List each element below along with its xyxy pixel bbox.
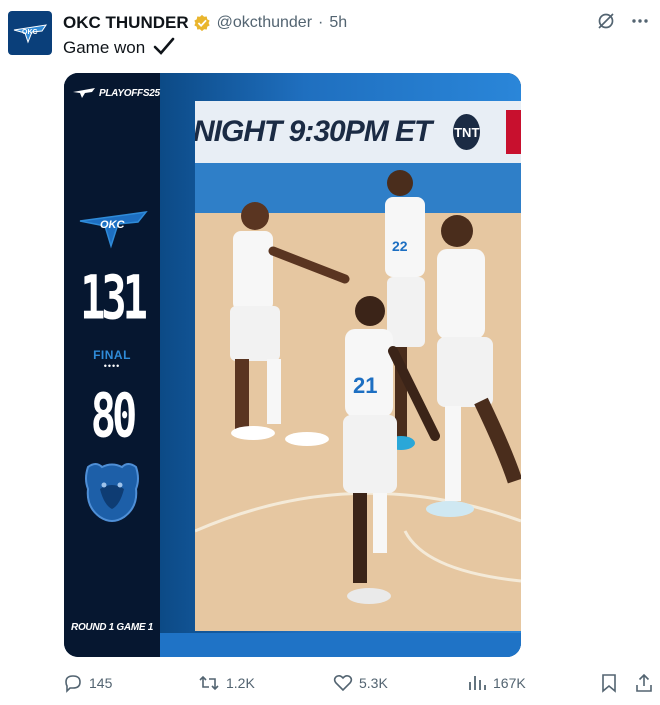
playoffs-label: PLAYOFFS25 [99,87,160,99]
post-top-actions [596,11,650,31]
game-photo: NIGHT 9:30PM ET TNT 22 21 [195,101,521,631]
repost-count: 1.2K [226,675,255,691]
player-left [230,202,350,429]
avatar[interactable]: OKC [8,11,52,55]
jersey-number-22: 22 [392,238,408,254]
post-time[interactable]: 5h [329,14,347,32]
reply-button[interactable]: 145 [63,673,112,693]
repost-icon [199,675,219,691]
reply-count: 145 [89,675,113,691]
views-count: 167K [493,675,526,691]
meta-separator: · [318,14,324,31]
repost-button[interactable]: 1.2K [198,673,255,693]
author-name[interactable]: OKC THUNDER [63,13,189,33]
svg-text:OKC: OKC [100,219,126,231]
away-score: 80 [90,379,138,452]
game-status: FINAL [93,348,131,362]
grok-icon[interactable] [596,11,616,31]
score-sidebar: PLAYOFFS25 OKC 131 FINAL •••• 80 ROUND 1… [64,73,160,657]
like-count: 5.3K [359,675,388,691]
check-mark-icon [153,37,175,55]
views-button[interactable]: 167K [467,673,526,693]
post-action-bar: 145 1.2K 5.3K 167K [63,673,653,695]
post-text: Game won [63,37,175,58]
media-frame-bottom [160,633,521,657]
verified-badge-icon[interactable] [193,14,211,32]
playoffs-badge: PLAYOFFS25 [72,87,160,99]
svg-text:OKC: OKC [22,29,38,36]
views-bar-chart-icon [469,676,486,690]
round-label: ROUND 1 GAME 1 [71,622,153,633]
bookmark-icon [602,674,616,693]
status-dots: •••• [103,361,121,371]
post-media-image[interactable]: PLAYOFFS25 OKC 131 FINAL •••• 80 ROUND 1… [64,73,521,657]
heart-icon [333,674,353,692]
thunder-logo-icon: OKC [13,24,48,44]
home-score: 131 [80,261,148,334]
thunder-small-logo-icon [73,88,95,98]
share-button[interactable] [635,673,653,693]
post-header: OKC THUNDER @okcthunder · 5h [63,12,347,34]
author-handle[interactable]: @okcthunder [217,14,312,32]
reply-icon [65,675,81,693]
players-illustration: 22 21 [195,170,521,604]
thunder-team-logo-icon: OKC [79,211,148,249]
share-icon [636,673,652,692]
player-right [426,215,521,517]
more-options-icon[interactable] [630,11,650,31]
post-text-content: Game won [63,38,146,57]
like-button[interactable]: 5.3K [333,673,388,693]
jersey-number-21: 21 [353,373,377,398]
bookmark-button[interactable] [600,673,618,693]
grizzlies-logo-icon [85,463,139,522]
